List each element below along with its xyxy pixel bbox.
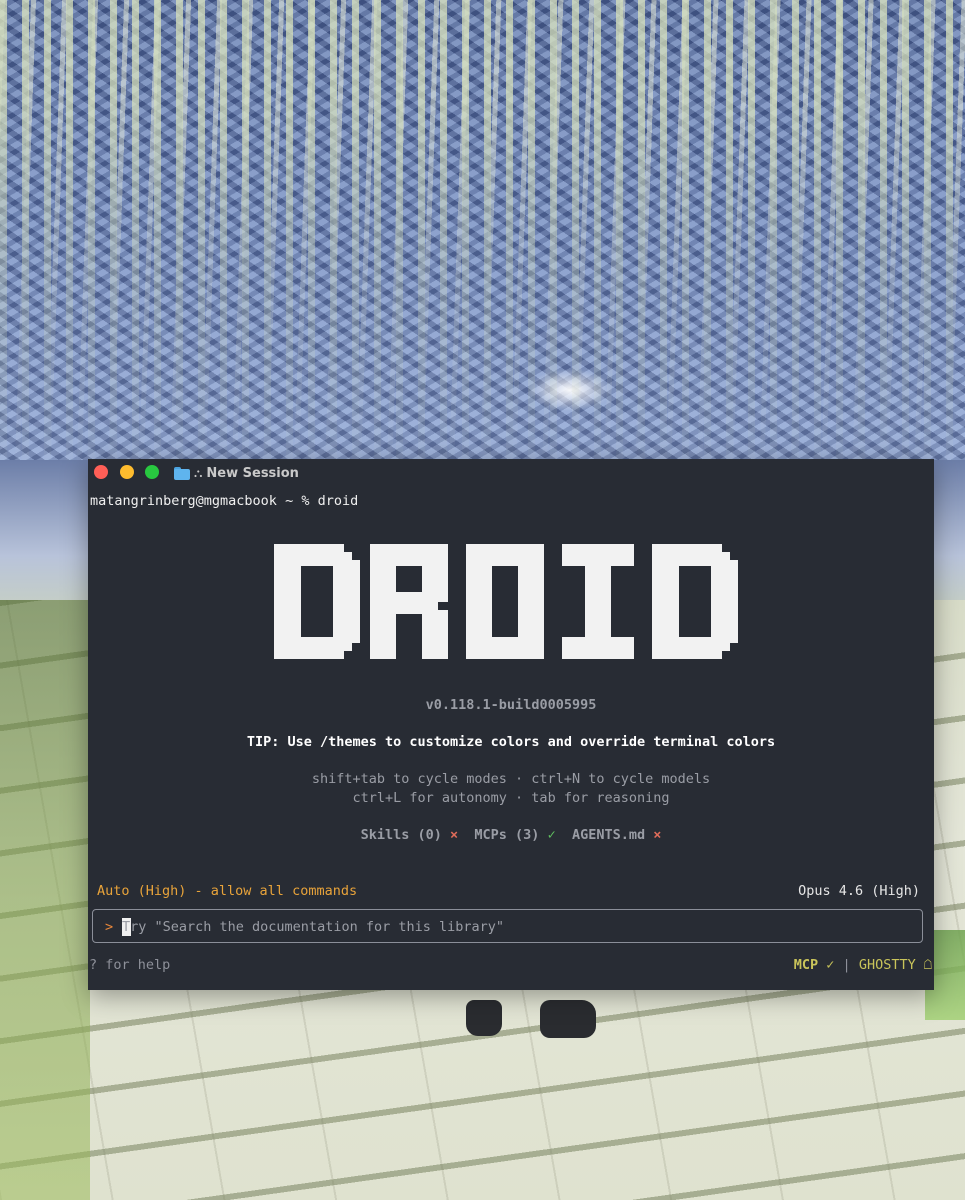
- minimize-button[interactable]: [120, 465, 134, 479]
- zoom-button[interactable]: [145, 465, 159, 479]
- status-line: Skills (0) × MCPs (3) ✓ AGENTS.md ×: [88, 826, 934, 844]
- shoe-right: [540, 1000, 596, 1038]
- close-button[interactable]: [94, 465, 108, 479]
- version-label: v0.118.1-build0005995: [425, 697, 597, 713]
- title-bar[interactable]: ⛬ New Session: [88, 459, 934, 487]
- shortcut-help-line-1: shift+tab to cycle modes · ctrl+N to cyc…: [311, 771, 711, 787]
- terminal-name: GHOSTTY: [858, 957, 916, 973]
- mcps-status: MCPs (3): [474, 827, 540, 843]
- grass-left: [0, 600, 90, 1200]
- shoe-left: [466, 1000, 502, 1036]
- footer-status: MCP ✓ | GHOSTTY ☖: [794, 956, 932, 974]
- prompt-input-box[interactable]: >: [92, 909, 923, 943]
- shortcut-help-line-2: ctrl+L for autonomy · tab for reasoning: [352, 790, 670, 806]
- skills-status: Skills (0): [360, 827, 442, 843]
- window-title-text: New Session: [206, 465, 299, 481]
- bell-icon: ☖: [923, 957, 932, 973]
- mcps-check-icon: ✓: [547, 827, 556, 843]
- droid-logo: [274, 544, 738, 659]
- footer-separator: |: [842, 957, 851, 973]
- skills-error-icon: ×: [450, 827, 459, 843]
- terminal-window[interactable]: ⛬ New Session matangrinberg@mgmacbook ~ …: [88, 459, 934, 990]
- agents-error-icon: ×: [653, 827, 662, 843]
- help-hint: ? for help: [89, 957, 171, 973]
- nodes-icon: ⛬: [194, 465, 203, 480]
- autonomy-mode: Auto (High) - allow all commands: [97, 883, 358, 899]
- input-prompt-symbol: >: [105, 919, 114, 935]
- prompt-input[interactable]: [122, 918, 902, 936]
- mcp-status: MCP ✓: [793, 957, 835, 973]
- agents-status: AGENTS.md: [571, 827, 646, 843]
- folder-icon: [174, 466, 190, 480]
- model-indicator: Opus 4.6 (High): [798, 883, 920, 899]
- shell-prompt-line: matangrinberg@mgmacbook ~ % droid: [90, 493, 359, 509]
- tip-text: TIP: Use /themes to customize colors and…: [246, 734, 776, 750]
- window-title: ⛬ New Session: [174, 464, 299, 482]
- wisteria-flowers: [0, 0, 965, 480]
